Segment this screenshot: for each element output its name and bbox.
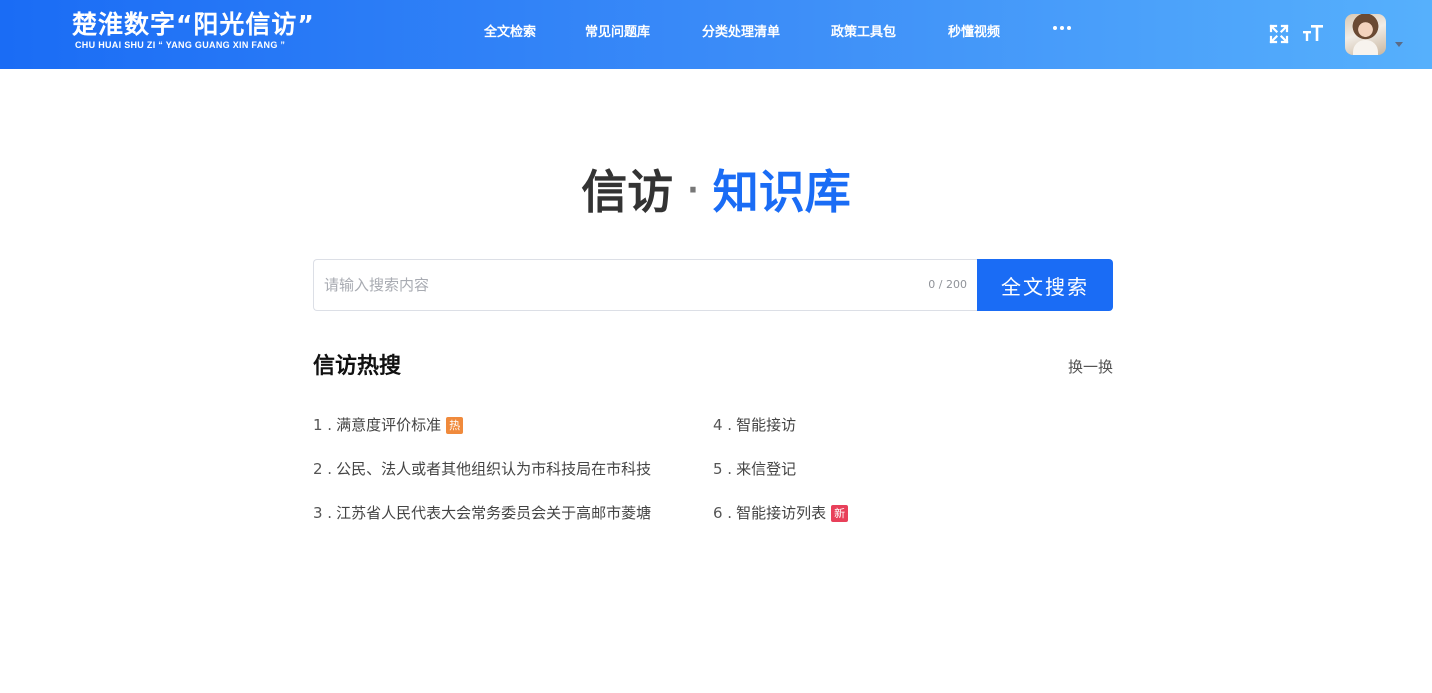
hot-search-item[interactable]: 4 . 智能接访 [713,415,796,435]
search-char-count: 0 / 200 [928,278,967,291]
hot-item-number: 3 . [313,504,333,522]
hot-search-item[interactable]: 5 . 来信登记 [713,459,796,479]
search-box: 0 / 200 [313,259,977,311]
new-badge: 新 [831,504,849,522]
hot-item-number: 2 . [313,460,333,478]
search-input[interactable] [324,260,914,310]
fullscreen-icon[interactable] [1269,24,1289,44]
site-logo[interactable]: 楚淮数字“阳光信访” CHU HUAI SHU ZI “ YANG GUANG … [72,10,315,51]
hot-item-text: 来信登记 [736,460,797,478]
hot-item-number: 6 . [713,504,733,522]
top-header: 楚淮数字“阳光信访” CHU HUAI SHU ZI “ YANG GUANG … [0,0,1432,69]
logo-title: 楚淮数字“阳光信访” [72,10,315,39]
nav-item-faq[interactable]: 常见问题库 [585,24,650,42]
hot-badge: 热 [446,416,464,434]
nav-item-policy-toolkit[interactable]: 政策工具包 [831,24,896,42]
avatar[interactable] [1345,14,1386,55]
hot-search-item[interactable]: 6 . 智能接访列表 新 [713,503,849,523]
hot-search-item[interactable]: 2 . 公民、法人或者其他组织认为市科技局在市科技 [313,459,651,479]
page-title-part1: 信访 [581,165,674,219]
fulltext-search-button[interactable]: 全文搜索 [977,259,1113,311]
nav-item-category-list[interactable]: 分类处理清单 [702,24,780,42]
nav-item-fulltext-search[interactable]: 全文检索 [484,24,536,42]
hot-search-item[interactable]: 3 . 江苏省人民代表大会常务委员会关于高邮市菱塘 [313,503,651,523]
hot-item-text: 江苏省人民代表大会常务委员会关于高邮市菱塘 [336,504,652,522]
logo-subtitle: CHU HUAI SHU ZI “ YANG GUANG XIN FANG ” [75,40,286,50]
more-icon[interactable] [1053,26,1071,30]
hot-item-number: 1 . [313,416,333,434]
page-title-part2: 知识库 [712,165,851,219]
hot-item-text: 智能接访列表 [736,504,827,522]
refresh-button[interactable]: 换一换 [1068,357,1113,377]
font-size-icon[interactable] [1302,22,1324,44]
chevron-down-icon[interactable] [1395,42,1403,47]
hot-search-title: 信访热搜 [313,354,402,379]
page-title: 信访 · 知识库 [0,160,1432,223]
page-title-separator: · [687,173,699,208]
hot-item-text: 智能接访 [736,416,797,434]
hot-search-item[interactable]: 1 . 满意度评价标准 热 [313,415,464,435]
hot-item-number: 4 . [713,416,733,434]
hot-item-text: 满意度评价标准 [336,416,442,434]
hot-item-number: 5 . [713,460,733,478]
nav-item-videos[interactable]: 秒懂视频 [948,24,1000,42]
hot-item-text: 公民、法人或者其他组织认为市科技局在市科技 [336,460,652,478]
